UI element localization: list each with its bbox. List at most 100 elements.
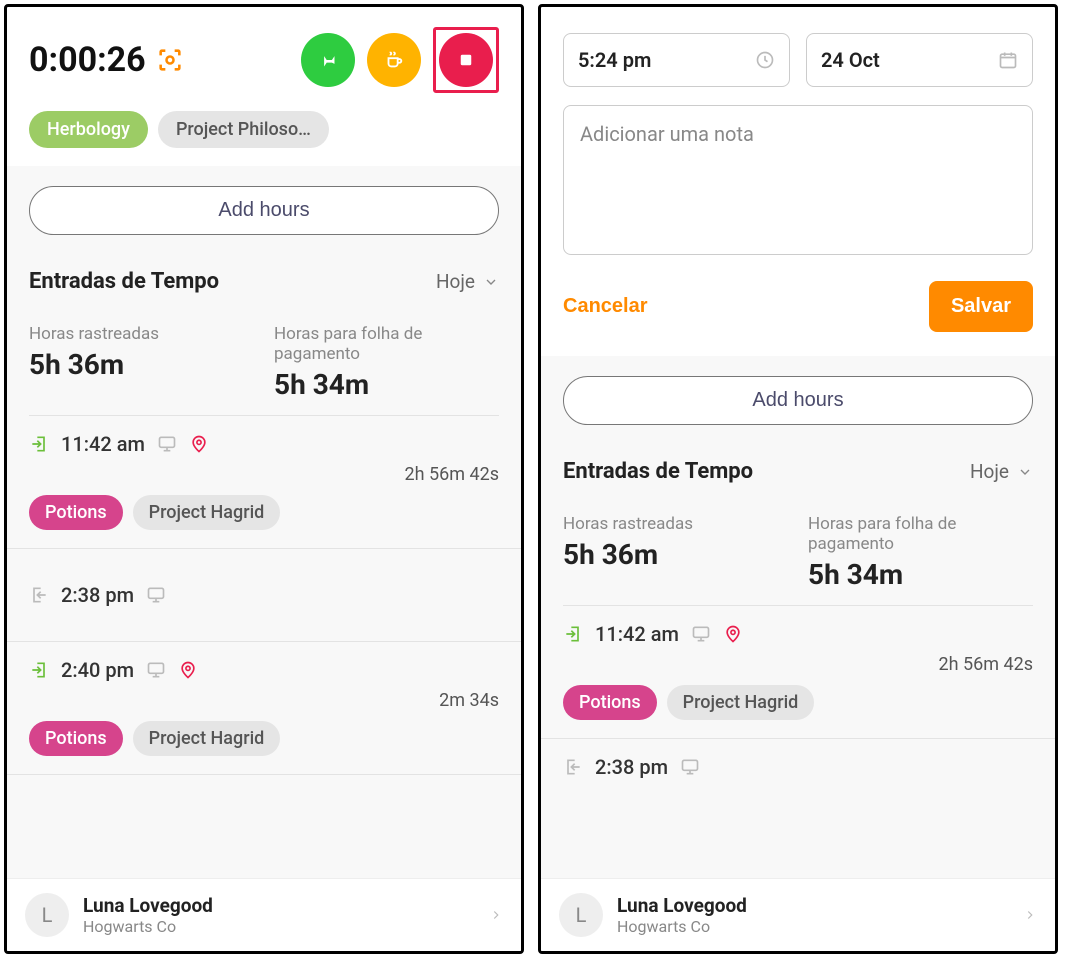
filter-label: Hoje: [970, 460, 1009, 483]
entry-tags: Potions Project Hagrid: [29, 721, 499, 756]
tracked-block: Horas rastreadas 5h 36m: [29, 324, 254, 401]
entry-tag-primary[interactable]: Potions: [29, 495, 123, 530]
stop-highlight: [433, 27, 499, 93]
entry-time: 2:38 pm: [595, 755, 668, 779]
content-area: Add hours Entradas de Tempo Hoje Horas r…: [541, 356, 1055, 878]
entry-tag-secondary[interactable]: Project Hagrid: [667, 685, 815, 720]
user-bar[interactable]: L Luna Lovegood Hogwarts Co: [7, 878, 521, 951]
clock-in-icon: [563, 624, 583, 644]
entry-duration: 2h 56m 42s: [29, 464, 499, 485]
entry-tags: Potions Project Hagrid: [29, 495, 499, 530]
entry-time: 11:42 am: [61, 432, 145, 456]
user-org: Hogwarts Co: [83, 917, 475, 936]
user-text: Luna Lovegood Hogwarts Co: [83, 894, 475, 936]
time-entry[interactable]: 11:42 am 2h 56m 42s Potions Project Hagr…: [541, 606, 1055, 739]
avatar: L: [559, 893, 603, 937]
monitor-icon: [680, 757, 700, 777]
tag-primary[interactable]: Herbology: [29, 111, 148, 148]
entry-top: 2:40 pm: [29, 658, 499, 682]
action-icons: [301, 27, 499, 93]
field-row: 5:24 pm 24 Oct: [563, 33, 1033, 87]
entry-tag-secondary[interactable]: Project Hagrid: [133, 495, 281, 530]
add-hours-button[interactable]: Add hours: [563, 376, 1033, 425]
location-icon: [723, 624, 743, 644]
tracked-label: Horas rastreadas: [563, 514, 788, 534]
clock-out-icon: [563, 757, 583, 777]
clock-in-icon: [29, 434, 49, 454]
add-hours-button[interactable]: Add hours: [29, 186, 499, 235]
timer-wrap: 0:00:26: [29, 40, 184, 80]
stop-button[interactable]: [439, 33, 493, 87]
user-name: Luna Lovegood: [617, 894, 1009, 917]
entry-tag-primary[interactable]: Potions: [29, 721, 123, 756]
tracked-label: Horas rastreadas: [29, 324, 254, 344]
chevron-right-icon: [489, 908, 503, 922]
tracked-block: Horas rastreadas 5h 36m: [563, 514, 788, 591]
time-entry[interactable]: 2:38 pm: [7, 549, 521, 642]
focus-icon[interactable]: [156, 46, 184, 74]
entry-tag-secondary[interactable]: Project Hagrid: [133, 721, 281, 756]
entries-filter[interactable]: Hoje: [436, 270, 499, 293]
monitor-icon: [691, 624, 711, 644]
calendar-icon: [998, 50, 1018, 70]
payroll-value: 5h 34m: [274, 368, 499, 401]
note-placeholder: Adicionar uma nota: [580, 122, 754, 146]
date-value: 24 Oct: [821, 48, 880, 72]
tracked-value: 5h 36m: [29, 348, 254, 381]
monitor-icon: [157, 434, 177, 454]
user-name: Luna Lovegood: [83, 894, 475, 917]
tracked-value: 5h 36m: [563, 538, 788, 571]
save-button[interactable]: Salvar: [929, 281, 1033, 332]
entry-tag-primary[interactable]: Potions: [563, 685, 657, 720]
entries-title: Entradas de Tempo: [29, 269, 219, 294]
entries-filter[interactable]: Hoje: [970, 460, 1033, 483]
current-tags: Herbology Project Philoso…: [7, 107, 521, 166]
chevron-down-icon: [1017, 464, 1033, 480]
monitor-icon: [146, 660, 166, 680]
phone-right: 5:24 pm 24 Oct Adicionar uma nota Cancel…: [538, 4, 1058, 954]
date-field[interactable]: 24 Oct: [806, 33, 1033, 87]
entry-top: 11:42 am: [563, 622, 1033, 646]
avatar: L: [25, 893, 69, 937]
chevron-down-icon: [483, 274, 499, 290]
cancel-button[interactable]: Cancelar: [563, 295, 648, 318]
location-icon: [189, 434, 209, 454]
entry-top: 2:38 pm: [29, 583, 499, 607]
chevron-right-icon: [1023, 908, 1037, 922]
time-entry[interactable]: 2:38 pm: [541, 739, 1055, 779]
user-org: Hogwarts Co: [617, 917, 1009, 936]
clock-icon: [755, 50, 775, 70]
time-entry[interactable]: 11:42 am 2h 56m 42s Potions Project Hagr…: [7, 416, 521, 549]
totals-row: Horas rastreadas 5h 36m Horas para folha…: [7, 300, 521, 415]
time-field[interactable]: 5:24 pm: [563, 33, 790, 87]
payroll-value: 5h 34m: [808, 558, 1033, 591]
top-bar: 0:00:26: [7, 7, 521, 107]
form-buttons: Cancelar Salvar: [541, 255, 1055, 356]
payroll-block: Horas para folha de pagamento 5h 34m: [808, 514, 1033, 591]
entry-duration: 2h 56m 42s: [563, 654, 1033, 675]
add-hours-wrap: Add hours: [541, 356, 1055, 437]
entry-duration: 2m 34s: [29, 690, 499, 711]
edit-form: 5:24 pm 24 Oct Adicionar uma nota: [541, 7, 1055, 255]
entries-header: Entradas de Tempo Hoje: [7, 247, 521, 300]
pin-button[interactable]: [301, 33, 355, 87]
entries-header: Entradas de Tempo Hoje: [541, 437, 1055, 490]
add-hours-wrap: Add hours: [7, 166, 521, 247]
entry-time: 2:38 pm: [61, 583, 134, 607]
entry-tags: Potions Project Hagrid: [563, 685, 1033, 720]
time-entry[interactable]: 2:40 pm 2m 34s Potions Project Hagrid: [7, 642, 521, 775]
break-button[interactable]: [367, 33, 421, 87]
entries-title: Entradas de Tempo: [563, 459, 753, 484]
entry-top: 2:38 pm: [563, 755, 1033, 779]
payroll-label: Horas para folha de pagamento: [274, 324, 499, 364]
user-text: Luna Lovegood Hogwarts Co: [617, 894, 1009, 936]
note-input[interactable]: Adicionar uma nota: [563, 105, 1033, 255]
totals-row: Horas rastreadas 5h 36m Horas para folha…: [541, 490, 1055, 605]
clock-out-icon: [29, 585, 49, 605]
entry-time: 2:40 pm: [61, 658, 134, 682]
clock-in-icon: [29, 660, 49, 680]
tag-secondary[interactable]: Project Philoso…: [158, 111, 329, 148]
content-area: Add hours Entradas de Tempo Hoje Horas r…: [7, 166, 521, 878]
location-icon: [178, 660, 198, 680]
user-bar[interactable]: L Luna Lovegood Hogwarts Co: [541, 878, 1055, 951]
